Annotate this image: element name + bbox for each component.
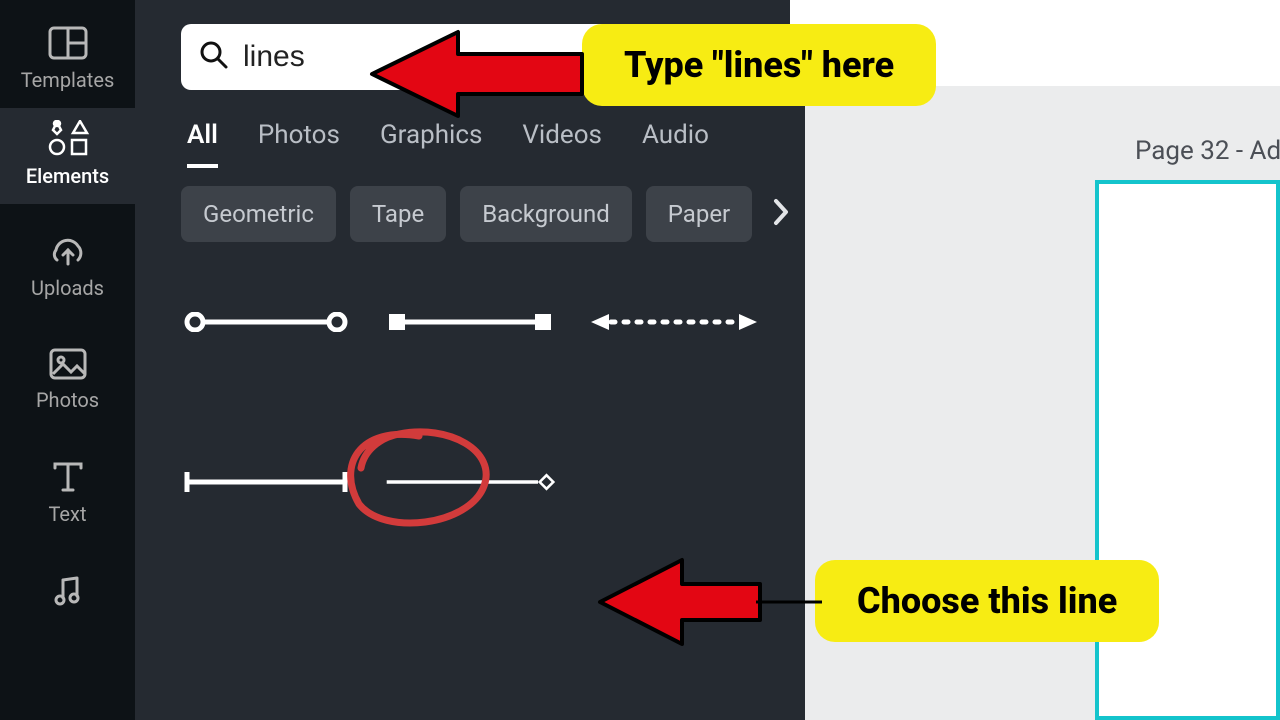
nav-elements[interactable]: Elements [0,108,135,204]
annotation-arrow-icon [596,556,824,648]
chip-geometric[interactable]: Geometric [181,186,336,242]
audio-icon [0,574,135,608]
search-icon [199,40,229,74]
annotation-type-here: Type "lines" here [582,24,936,106]
nav-uploads[interactable]: Uploads [0,224,135,316]
tab-all[interactable]: All [187,120,218,168]
nav-label: Text [0,502,135,526]
nav-label: Templates [0,68,135,92]
templates-icon [0,26,135,60]
elements-icon [0,120,135,156]
chips-scroll-right[interactable] [766,197,790,231]
nav-templates[interactable]: Templates [0,14,135,108]
line-element-flat-ends[interactable] [181,462,351,502]
photos-icon [0,348,135,380]
nav-label: Elements [0,164,135,188]
text-icon [0,460,135,494]
tab-graphics[interactable]: Graphics [380,120,482,168]
nav-label: Photos [0,388,135,412]
nav-text[interactable]: Text [0,448,135,542]
chip-tape[interactable]: Tape [350,186,446,242]
tab-photos[interactable]: Photos [258,120,340,168]
annotation-circle [329,416,499,536]
annotation-choose-line: Choose this line [815,560,1159,642]
results-row [181,462,779,502]
tab-audio[interactable]: Audio [642,120,709,168]
search-results [181,302,779,502]
line-element-square-ends[interactable] [385,302,555,342]
page-label: Page 32 - Ad [1135,136,1280,166]
results-row [181,302,779,342]
left-nav: Templates Elements Uploads Photos Te [0,0,135,720]
filter-tabs: All Photos Graphics Videos Audio [187,120,779,168]
annotation-arrow-icon [368,26,588,122]
uploads-icon [0,236,135,268]
tab-videos[interactable]: Videos [522,120,602,168]
line-element-circle-ends[interactable] [181,302,351,342]
line-element-dotted-arrows[interactable] [589,302,759,342]
nav-audio[interactable] [0,562,135,624]
suggestion-chips: Geometric Tape Background Paper [181,186,779,242]
chip-paper[interactable]: Paper [646,186,752,242]
nav-label: Uploads [0,276,135,300]
nav-photos[interactable]: Photos [0,336,135,428]
chip-background[interactable]: Background [460,186,632,242]
